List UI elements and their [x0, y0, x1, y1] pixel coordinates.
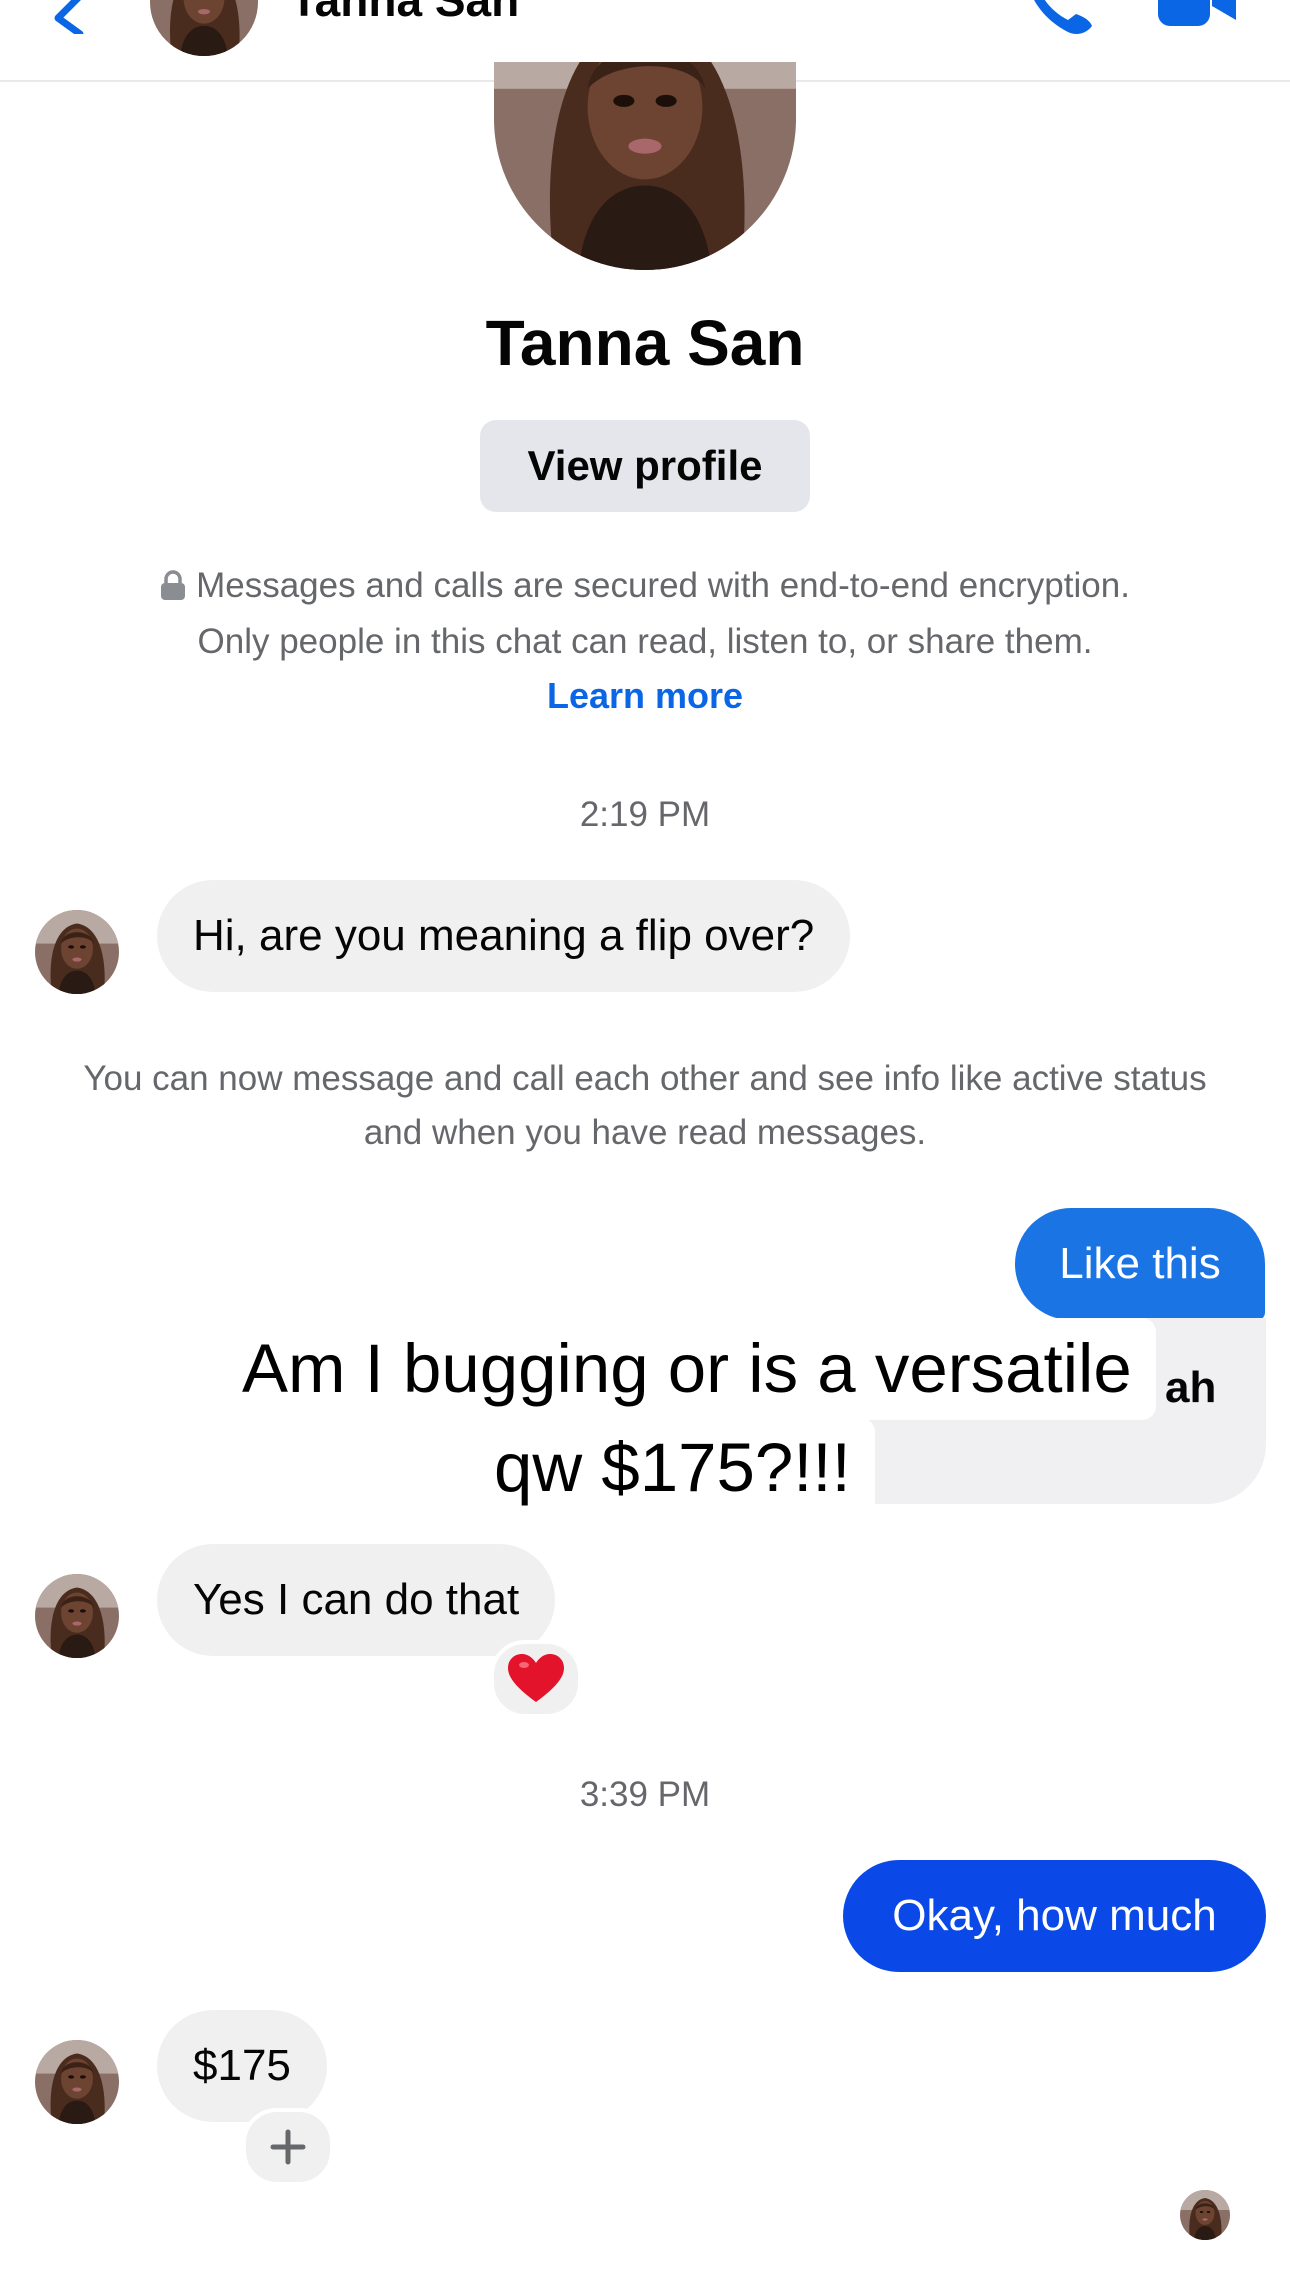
phone-icon[interactable]	[1010, 0, 1100, 40]
outgoing-message-bubble[interactable]: Like this	[1015, 1208, 1265, 1320]
encryption-line-1: Messages and calls are secured with end-…	[196, 566, 1130, 605]
read-receipt-avatar	[1180, 2190, 1230, 2240]
incoming-message[interactable]: Hi, are you meaning a flip over?	[157, 880, 851, 992]
outgoing-message[interactable]: Okay, how much	[843, 1860, 1266, 1972]
heart-icon	[508, 1654, 564, 1702]
heart-reaction-icon[interactable]	[490, 1640, 582, 1718]
video-camera-icon[interactable]	[1150, 0, 1240, 30]
plus-icon	[270, 2129, 306, 2165]
lock-icon	[161, 570, 186, 600]
header-contact-name[interactable]: Tanna San	[290, 0, 519, 26]
add-reaction-button[interactable]	[242, 2108, 334, 2186]
profile-avatar[interactable]	[494, 62, 796, 270]
learn-more-link[interactable]: Learn more	[0, 668, 1290, 724]
timestamp: 2:19 PM	[579, 795, 711, 834]
caption-overlay-line-2: qw $175?!!!	[470, 1418, 875, 1518]
back-chevron-icon[interactable]	[40, 0, 100, 34]
encryption-notice: Messages and calls are secured with end-…	[60, 558, 1230, 670]
sender-avatar[interactable]	[35, 2040, 119, 2124]
incoming-message[interactable]: $175	[157, 2010, 327, 2122]
incoming-message[interactable]: Yes I can do that	[157, 1544, 556, 1656]
incoming-message-fragment: ah	[1165, 1363, 1217, 1412]
timestamp: 3:39 PM	[579, 1775, 711, 1814]
sender-avatar[interactable]	[35, 910, 119, 994]
caption-overlay-line-1: Am I bugging or is a versatile	[218, 1318, 1156, 1420]
header-avatar[interactable]	[150, 0, 258, 56]
system-note: You can now message and call each other …	[83, 1059, 1207, 1152]
outgoing-message-text: Like this	[1059, 1239, 1221, 1288]
encryption-line-2: Only people in this chat can read, liste…	[197, 622, 1093, 661]
profile-name: Tanna San	[485, 307, 805, 379]
sender-avatar[interactable]	[35, 1574, 119, 1658]
view-profile-button[interactable]: View profile	[480, 420, 810, 512]
